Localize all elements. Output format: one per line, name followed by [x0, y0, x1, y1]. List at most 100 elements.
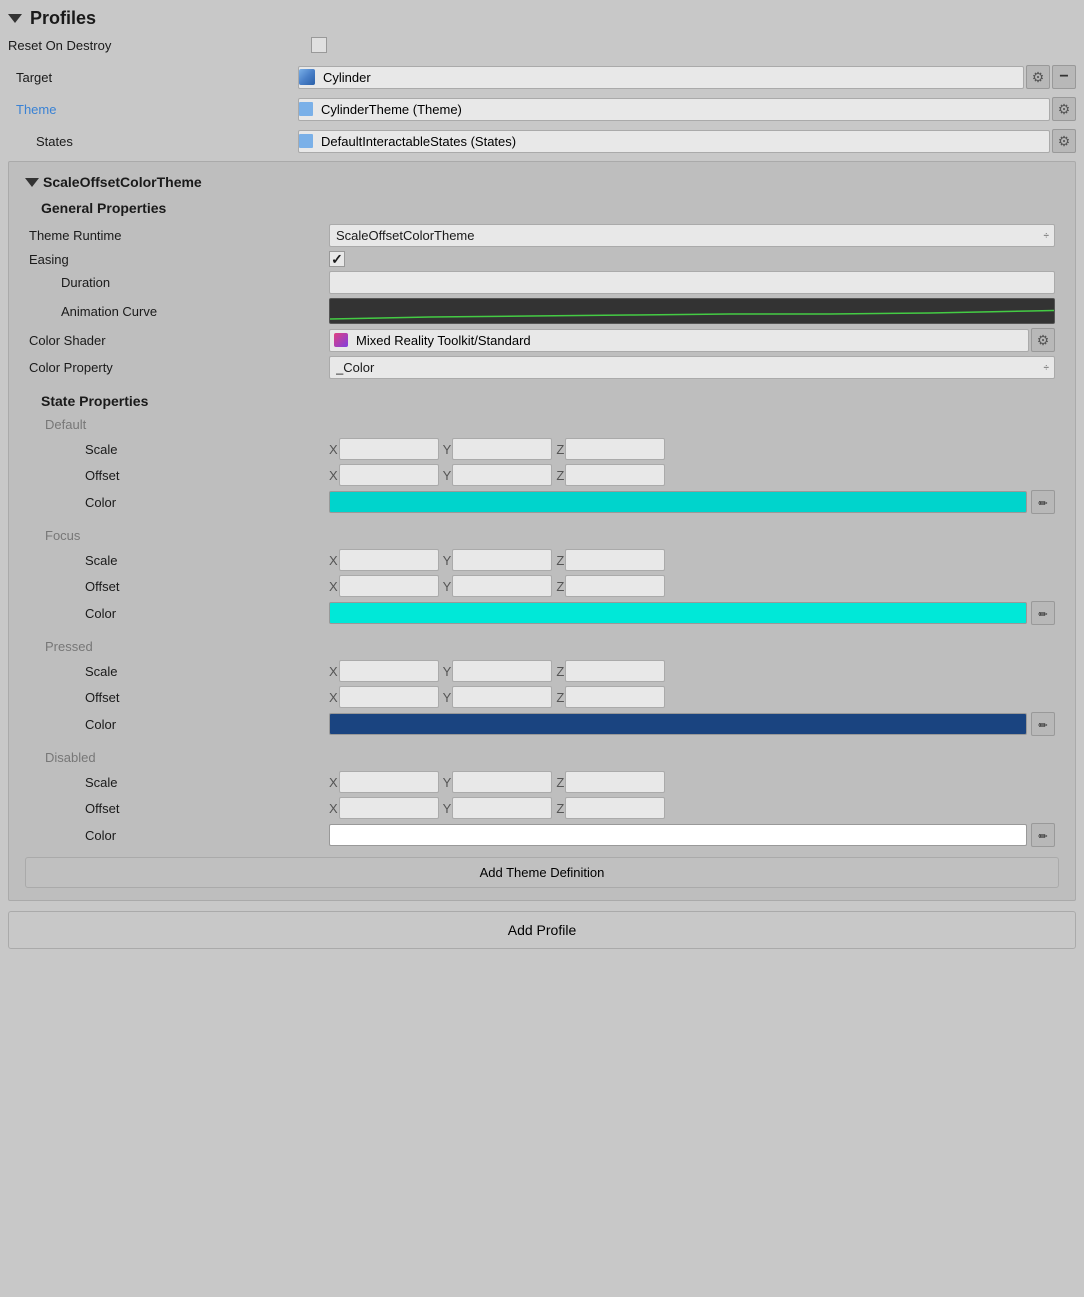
easing-label: Easing [29, 252, 329, 267]
focus-scale-x-input[interactable]: 1 [339, 549, 439, 571]
duration-label: Duration [29, 275, 329, 290]
default-scale-label: Scale [29, 442, 329, 457]
theme-runtime-select[interactable]: ScaleOffsetColorTheme [329, 224, 1055, 247]
focus-offset-y-input[interactable]: 0 [452, 575, 552, 597]
pressed-offset-y-input[interactable]: -0.32 [452, 686, 552, 708]
color-property-row: Color Property _Color [25, 356, 1059, 379]
default-offset-x-label: X [329, 468, 338, 483]
disabled-offset-xyz: X0 Y0 Z0 [329, 797, 1055, 819]
target-input[interactable] [319, 67, 1023, 88]
default-offset-z-input[interactable]: 0 [565, 464, 665, 486]
default-scale-z-input[interactable]: 1 [565, 438, 665, 460]
add-profile-button[interactable]: Add Profile [8, 911, 1076, 949]
pressed-offset-x-input[interactable]: 0 [339, 686, 439, 708]
animation-curve-bar[interactable] [329, 298, 1055, 324]
animation-curve-label: Animation Curve [29, 304, 329, 319]
states-input[interactable] [317, 131, 1049, 152]
disabled-eyedropper-button[interactable] [1031, 823, 1055, 847]
focus-color-label: Color [29, 606, 329, 621]
theme-input[interactable] [317, 99, 1049, 120]
focus-offset-label: Offset [29, 579, 329, 594]
states-gear-button[interactable] [1052, 129, 1076, 153]
pressed-offset-row: Offset X0 Y-0.32 Z0 [25, 686, 1059, 708]
pressed-scale-y-input[interactable]: 1 [452, 660, 552, 682]
theme-inner-section: ScaleOffsetColorTheme General Properties… [8, 161, 1076, 901]
default-scale-x-group: X 1 [329, 438, 439, 460]
main-container: Profiles Reset On Destroy Target − Theme… [0, 0, 1084, 957]
disabled-color-label: Color [29, 828, 329, 843]
default-scale-z-group: Z 1 [556, 438, 665, 460]
disabled-offset-x-input[interactable]: 0 [339, 797, 439, 819]
default-color-swatch[interactable] [329, 491, 1027, 513]
minus-icon: − [1059, 68, 1068, 86]
default-scale-xyz: X 1 Y 1 Z 1 [329, 438, 1055, 460]
focus-offset-x-input[interactable]: 0 [339, 575, 439, 597]
pressed-offset-label: Offset [29, 690, 329, 705]
focus-eyedropper-button[interactable] [1031, 601, 1055, 625]
focus-scale-z-input[interactable]: 1 [565, 549, 665, 571]
target-field[interactable] [298, 66, 1024, 89]
profiles-collapse-icon[interactable] [8, 14, 22, 23]
theme-label: Theme [8, 102, 298, 117]
duration-input[interactable]: 0.1 [329, 271, 1055, 294]
disabled-color-row: Color [25, 823, 1059, 847]
color-shader-field[interactable] [329, 329, 1029, 352]
theme-gear-button[interactable] [1052, 97, 1076, 121]
easing-row: Easing [25, 251, 1059, 267]
gear-icon [1058, 133, 1071, 150]
disabled-color-swatch[interactable] [329, 824, 1027, 846]
pressed-scale-label: Scale [29, 664, 329, 679]
pressed-scale-z-input[interactable]: 1 [565, 660, 665, 682]
disabled-scale-y-label: Y [443, 775, 452, 790]
eyedropper-icon [1038, 605, 1047, 621]
theme-field[interactable] [298, 98, 1050, 121]
pressed-offset-y-label: Y [443, 690, 452, 705]
disabled-offset-y-input[interactable]: 0 [452, 797, 552, 819]
gear-icon [1032, 69, 1045, 86]
pressed-color-swatch-row [329, 712, 1055, 736]
shader-icon [334, 333, 348, 347]
default-eyedropper-button[interactable] [1031, 490, 1055, 514]
add-theme-definition-button[interactable]: Add Theme Definition [25, 857, 1059, 888]
pressed-eyedropper-button[interactable] [1031, 712, 1055, 736]
default-offset-label: Offset [29, 468, 329, 483]
default-scale-x-input[interactable]: 1 [339, 438, 439, 460]
disabled-offset-z-label: Z [556, 801, 564, 816]
color-property-select-wrapper[interactable]: _Color [329, 356, 1055, 379]
focus-offset-z-input[interactable]: 0 [565, 575, 665, 597]
pressed-offset-z-input[interactable]: 0 [565, 686, 665, 708]
default-color-label: Color [29, 495, 329, 510]
default-color-row: Color [25, 490, 1059, 514]
states-row: States [8, 127, 1076, 155]
disabled-state-label: Disabled [45, 750, 1059, 765]
theme-row: Theme [8, 95, 1076, 123]
disabled-scale-y-input[interactable]: 1 [452, 771, 552, 793]
theme-icon [299, 102, 313, 116]
color-property-select[interactable]: _Color [329, 356, 1055, 379]
disabled-color-swatch-row [329, 823, 1055, 847]
default-offset-y-input[interactable]: 0 [452, 464, 552, 486]
target-gear-button[interactable] [1026, 65, 1050, 89]
target-minus-button[interactable]: − [1052, 65, 1076, 89]
default-scale-y-input[interactable]: 1 [452, 438, 552, 460]
color-shader-input[interactable] [352, 330, 1028, 351]
pressed-scale-x-input[interactable]: 1 [339, 660, 439, 682]
focus-scale-row: Scale X1 Y1 Z1 [25, 549, 1059, 571]
easing-checkbox[interactable] [329, 251, 345, 267]
theme-runtime-row: Theme Runtime ScaleOffsetColorTheme [25, 224, 1059, 247]
reset-on-destroy-checkbox[interactable] [311, 37, 327, 53]
pressed-color-swatch[interactable] [329, 713, 1027, 735]
default-offset-z-label: Z [556, 468, 564, 483]
color-shader-gear-button[interactable] [1031, 328, 1055, 352]
default-offset-x-group: X 0 [329, 464, 439, 486]
profiles-header: Profiles [8, 8, 1076, 29]
default-offset-x-input[interactable]: 0 [339, 464, 439, 486]
disabled-scale-x-input[interactable]: 1 [339, 771, 439, 793]
theme-runtime-select-wrapper[interactable]: ScaleOffsetColorTheme [329, 224, 1055, 247]
focus-color-swatch[interactable] [329, 602, 1027, 624]
disabled-scale-z-input[interactable]: 1 [565, 771, 665, 793]
disabled-offset-z-input[interactable]: 0 [565, 797, 665, 819]
theme-section-collapse-icon[interactable] [25, 178, 39, 187]
focus-scale-y-input[interactable]: 1 [452, 549, 552, 571]
states-field[interactable] [298, 130, 1050, 153]
